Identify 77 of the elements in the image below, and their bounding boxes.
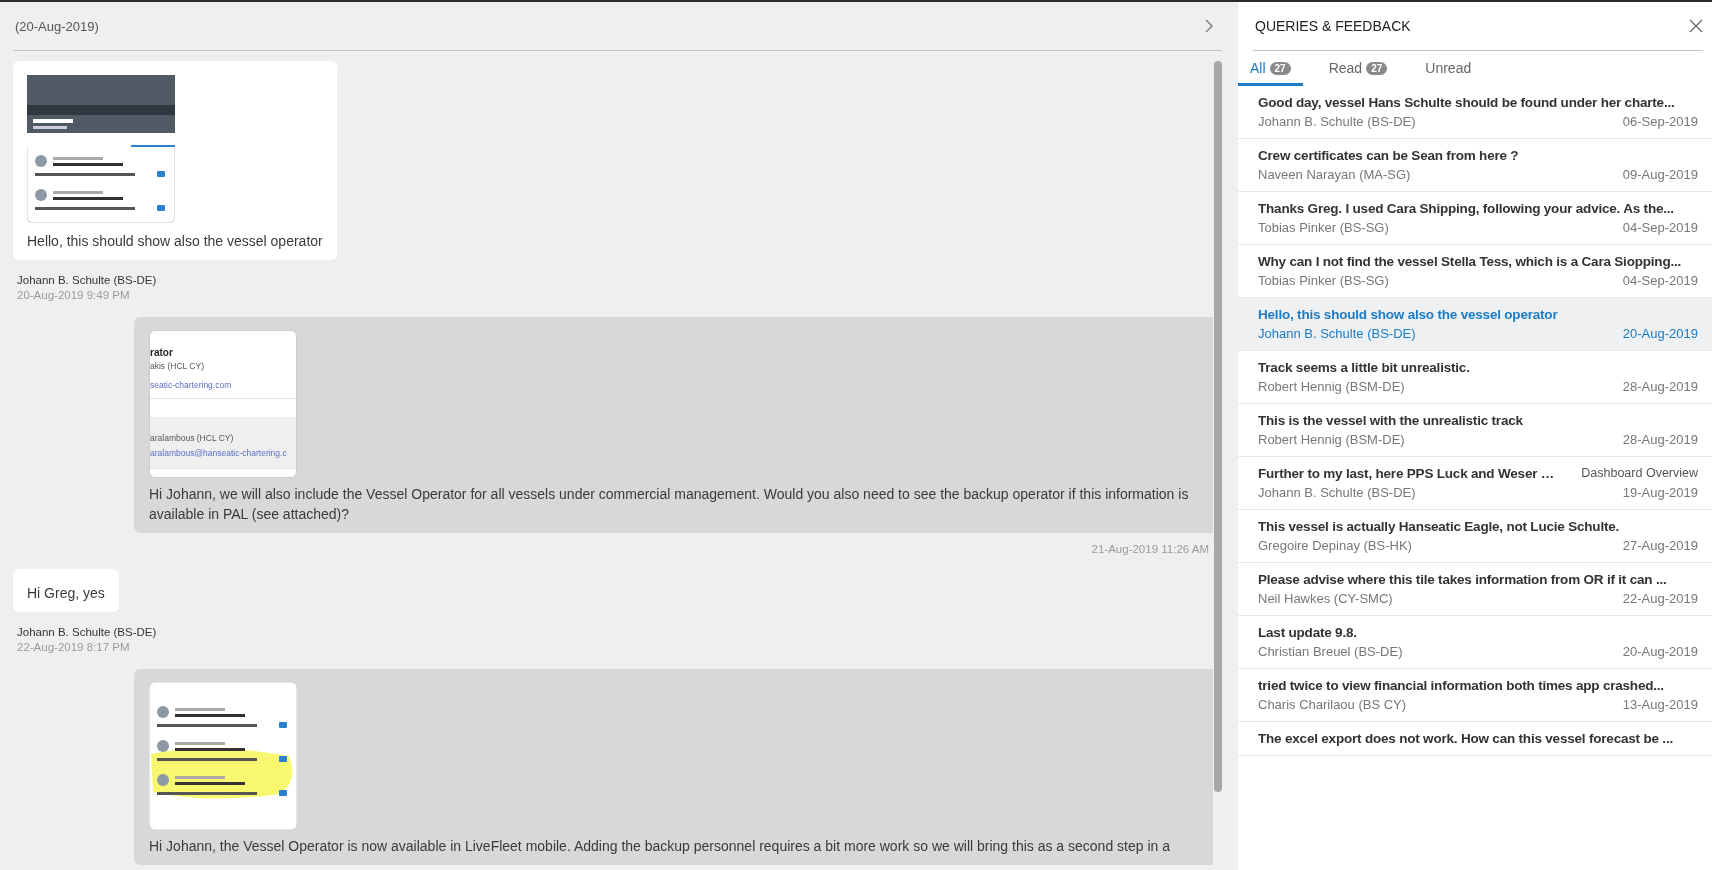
query-author: Tobias Pinker (BS-SG): [1258, 220, 1389, 235]
query-date: 28-Aug-2019: [1622, 432, 1698, 447]
message-time: 21-Aug-2019 11:26 AM: [1091, 543, 1209, 555]
query-item[interactable]: Please advise where this tile takes information from OR if it can ... Neil Hawkes (CY-SMC) 22-Aug-2019: [1238, 563, 1712, 616]
chevron-right-icon[interactable]: [1204, 19, 1214, 33]
query-item[interactable]: Crew certificates can be Sean from here ? Naveen Narayan (MA-SG) 09-Aug-2019: [1238, 139, 1712, 192]
query-date: 22-Aug-2019: [1622, 591, 1698, 606]
query-date: 20-Aug-2019: [1622, 644, 1698, 659]
contact-name: akis (HCL CY): [150, 361, 205, 371]
contact-role: rator: [150, 347, 174, 358]
conversation-date: (20-Aug-2019): [15, 18, 99, 34]
query-author: Naveen Narayan (MA-SG): [1258, 167, 1411, 182]
query-author: Christian Breuel (BS-DE): [1258, 644, 1403, 659]
count-badge: 27: [1269, 61, 1291, 75]
query-item[interactable]: Track seems a little bit unrealistic. Robert Hennig (BSM-DE) 28-Aug-2019: [1238, 351, 1712, 404]
message-text: Hi Johann, the Vessel Operator is now available in LiveFleet mobile. Adding the backup personnel requires a bit more work so we will bring this as a second step in a: [149, 837, 1171, 856]
query-title: Thanks Greg. I used Cara Shipping, following your advice. As the...: [1258, 201, 1674, 216]
query-item[interactable]: Thanks Greg. I used Cara Shipping, following your advice. As the... Tobias Pinker (BS-SG) 04-Sep-2019: [1238, 192, 1712, 245]
query-title: The excel export does not work. How can this vessel forecast be ...: [1258, 731, 1673, 746]
query-author: Johann B. Schulte (BS-DE): [1258, 485, 1416, 500]
query-title: tried twice to view financial information both times app crashed...: [1258, 678, 1664, 693]
query-title: This vessel is actually Hanseatic Eagle, not Lucie Schulte.: [1258, 519, 1620, 534]
query-title: Last update 9.8.: [1258, 625, 1357, 640]
query-author: Gregoire Depinay (BS-HK): [1258, 538, 1412, 553]
query-date: 19-Aug-2019: [1622, 485, 1698, 500]
query-item[interactable]: Good day, vessel Hans Schulte should be found under her charte... Johann B. Schulte (BS-DE) 06-Sep-2019: [1238, 86, 1712, 139]
message-time: 22-Aug-2019 8:17 PM: [17, 641, 131, 653]
query-author: Neil Hawkes (CY-SMC): [1258, 591, 1393, 606]
query-item[interactable]: Last update 9.8. Christian Breuel (BS-DE) 20-Aug-2019: [1238, 616, 1712, 669]
query-item[interactable]: tried twice to view financial information both times app crashed... Charis Charilaou (BS CY) 13-Aug-2019: [1238, 669, 1712, 722]
panel-title: QUERIES & FEEDBACK: [1254, 18, 1411, 34]
scrollbar-thumb[interactable]: [1214, 61, 1222, 792]
query-date: 04-Sep-2019: [1622, 273, 1698, 288]
attachment-screenshot[interactable]: rator akis (HCL CY) seatic-chartering.com aralambous (HCL CY) aralambous@hanseatic-chartering.c: [149, 330, 297, 478]
message-text: Hi Greg, yes: [27, 584, 105, 603]
query-date: 28-Aug-2019: [1622, 379, 1698, 394]
query-title: Track seems a little bit unrealistic.: [1258, 360, 1470, 375]
query-item[interactable]: This vessel is actually Hanseatic Eagle, not Lucie Schulte. Gregoire Depinay (BS-HK) 27-Aug-2019: [1238, 510, 1712, 563]
highlighted-screenshot-drawing[interactable]: [149, 682, 297, 830]
message-text: Hi Johann, we will also include the Vessel Operator for all vessels under commercial management. Would you also need to see the backup operator if this information is available in PAL (see attached)?: [149, 485, 1190, 524]
contact-email: seatic-chartering.com: [150, 380, 233, 390]
query-author: Johann B. Schulte (BS-DE): [1258, 114, 1416, 129]
query-title: Hello, this should show also the vessel operator: [1258, 307, 1558, 322]
contact-email: aralambous@hanseatic-chartering.c: [150, 448, 288, 458]
filter-tab[interactable]: All 27: [1238, 51, 1303, 86]
message-author: Johann B. Schulte (BS-DE): [17, 274, 158, 286]
query-title: Crew certificates can be Sean from here ?: [1258, 148, 1519, 163]
query-item[interactable]: This is the vessel with the unrealistic track Robert Hennig (BSM-DE) 28-Aug-2019: [1238, 404, 1712, 457]
query-date: 20-Aug-2019: [1622, 326, 1698, 341]
query-date: 06-Sep-2019: [1622, 114, 1698, 129]
query-item[interactable]: Hello, this should show also the vessel operator Johann B. Schulte (BS-DE) 20-Aug-2019: [1238, 298, 1712, 351]
query-date: 13-Aug-2019: [1622, 697, 1698, 712]
query-item[interactable]: The excel export does not work. How can this vessel forecast be ...: [1238, 722, 1712, 756]
query-title: This is the vessel with the unrealistic track: [1258, 413, 1523, 428]
filter-tab[interactable]: Unread: [1413, 51, 1484, 86]
query-author: Charis Charilaou (BS CY): [1258, 697, 1407, 712]
query-date: 04-Sep-2019: [1622, 220, 1698, 235]
query-author: Tobias Pinker (BS-SG): [1258, 273, 1389, 288]
app-screenshot-drawing[interactable]: [27, 75, 175, 223]
query-title: Further to my last, here PPS Luck and Weser …: [1258, 466, 1555, 481]
query-tag: Dashboard Overview: [1581, 466, 1698, 481]
query-item[interactable]: Further to my last, here PPS Luck and Weser … Dashboard Overview Johann B. Schulte (BS-DE) 19-Aug-2019: [1238, 457, 1712, 510]
query-author: Robert Hennig (BSM-DE): [1258, 379, 1405, 394]
contact-name: aralambous (HCL CY): [150, 433, 235, 443]
message-time: 20-Aug-2019 9:49 PM: [17, 289, 131, 301]
filter-tab[interactable]: Read 27: [1316, 51, 1400, 86]
close-button[interactable]: [1689, 19, 1703, 33]
message-author: Johann B. Schulte (BS-DE): [17, 626, 158, 638]
query-date: 27-Aug-2019: [1622, 538, 1698, 553]
query-author: Johann B. Schulte (BS-DE): [1258, 326, 1416, 341]
message-text: Hello, this should show also the vessel operator: [27, 232, 323, 251]
query-date: 09-Aug-2019: [1622, 167, 1698, 182]
query-title: Good day, vessel Hans Schulte should be found under her charte...: [1258, 95, 1675, 110]
query-author: Robert Hennig (BSM-DE): [1258, 432, 1405, 447]
query-title: Why can I not find the vessel Stella Tess, which is a Cara Siopping...: [1258, 254, 1682, 269]
count-badge: 27: [1366, 61, 1388, 75]
query-title: Please advise where this tile takes information from OR if it can ...: [1258, 572, 1667, 587]
